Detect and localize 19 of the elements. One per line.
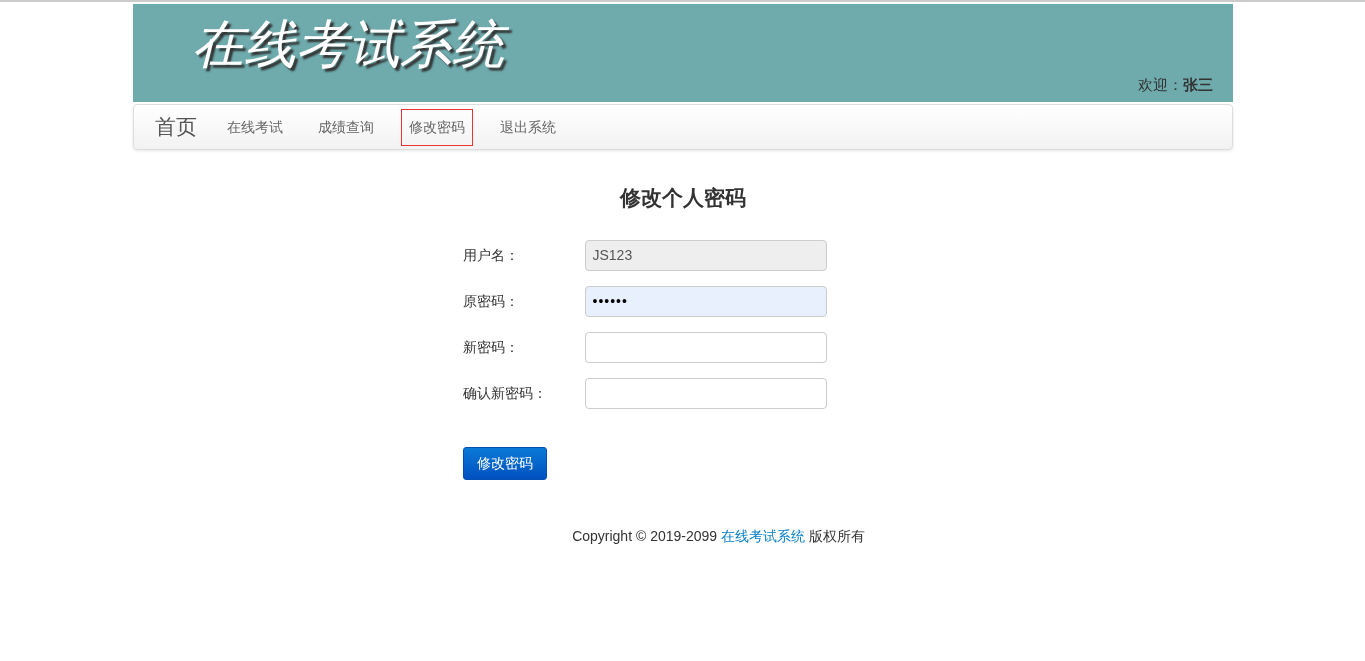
input-field[interactable] xyxy=(584,377,827,409)
nav-link[interactable]: 修改密码 xyxy=(400,108,473,146)
home-link[interactable]: 首页 xyxy=(154,111,197,143)
site-link[interactable]: 在线考试系统 xyxy=(721,527,805,544)
nav-link[interactable]: 退出系统 xyxy=(491,108,564,146)
field-label: 新密码： xyxy=(462,337,520,357)
field-label: 确认新密码： xyxy=(462,383,548,403)
nav-link[interactable]: 成绩查询 xyxy=(309,108,382,146)
form-title: 修改个人密码 xyxy=(618,185,747,211)
welcome-text: 欢迎：张三 xyxy=(1137,74,1213,95)
input-field[interactable]: •••••• xyxy=(584,285,827,317)
field-label: 原密码： xyxy=(462,291,520,311)
nav-link[interactable]: 在线考试 xyxy=(218,108,291,146)
copyright-text: Copyright © 2019-2099 在线考试系统 版权所有 xyxy=(571,526,866,546)
input-field[interactable]: JS123 xyxy=(584,239,827,271)
submit-button[interactable]: 修改密码 xyxy=(462,446,547,480)
site-title: 在线考试系统 xyxy=(187,14,516,80)
input-field[interactable] xyxy=(584,331,827,363)
field-label: 用户名： xyxy=(462,245,520,265)
